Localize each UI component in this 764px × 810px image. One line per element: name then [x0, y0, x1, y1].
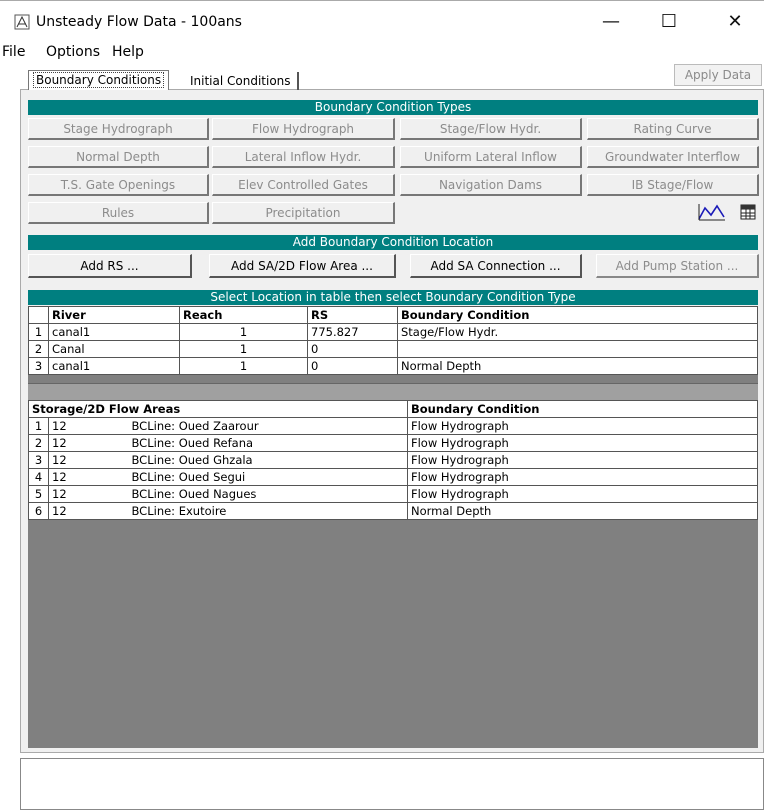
add-pump-station-button[interactable]: Add Pump Station ...: [596, 254, 759, 278]
area-cell[interactable]: 12: [48, 485, 129, 503]
bc-line-cell[interactable]: BCLine: Oued Refana: [128, 434, 408, 452]
column-header-storage-areas: Storage/2D Flow Areas: [28, 400, 408, 418]
bc-line-cell[interactable]: BCLine: Oued Segui: [128, 468, 408, 486]
boundary-condition-cell[interactable]: Flow Hydrograph: [407, 468, 758, 486]
elev-controlled-gates-button[interactable]: Elev Controlled Gates: [212, 174, 395, 196]
table-row[interactable]: 1 canal1 1 775.827 Stage/Flow Hydr.: [28, 323, 758, 341]
river-cell[interactable]: Canal: [48, 340, 180, 358]
row-number: 1: [28, 417, 49, 435]
ts-gate-openings-button[interactable]: T.S. Gate Openings: [28, 174, 209, 196]
rs-cell[interactable]: 775.827: [307, 323, 398, 341]
add-sa-connection-button[interactable]: Add SA Connection ...: [410, 254, 582, 278]
boundary-condition-cell[interactable]: Normal Depth: [397, 357, 758, 375]
menu-options[interactable]: Options: [46, 44, 100, 60]
add-location-header: Add Boundary Condition Location: [28, 235, 758, 250]
precipitation-button[interactable]: Precipitation: [212, 202, 395, 224]
stage-hydrograph-button[interactable]: Stage Hydrograph: [28, 118, 209, 140]
table-instruction-header: Select Location in table then select Bou…: [28, 290, 758, 305]
table-header-row: River Reach RS Boundary Condition: [28, 306, 758, 324]
column-header-boundary-condition: Boundary Condition: [397, 306, 758, 324]
row-number: 4: [28, 468, 49, 486]
boundary-condition-cell[interactable]: Flow Hydrograph: [407, 434, 758, 452]
table-separator-bar: [28, 383, 758, 401]
row-number: 2: [28, 340, 49, 358]
river-cell[interactable]: canal1: [48, 323, 180, 341]
bc-line-cell[interactable]: BCLine: Oued Nagues: [128, 485, 408, 503]
minimize-button[interactable]: —: [588, 8, 634, 34]
table-row[interactable]: 2 12 BCLine: Oued Refana Flow Hydrograph: [28, 434, 758, 452]
rs-cell[interactable]: 0: [307, 357, 398, 375]
table-row[interactable]: 6 12 BCLine: Exutoire Normal Depth: [28, 502, 758, 520]
table-header-row: Storage/2D Flow Areas Boundary Condition: [28, 400, 758, 418]
menu-help[interactable]: Help: [112, 44, 144, 60]
corner-cell: [28, 306, 49, 324]
row-number: 1: [28, 323, 49, 341]
boundary-condition-cell[interactable]: Flow Hydrograph: [407, 485, 758, 503]
plot-icon[interactable]: [697, 202, 727, 222]
bc-types-header: Boundary Condition Types: [28, 100, 758, 115]
uniform-lateral-inflow-button[interactable]: Uniform Lateral Inflow: [400, 146, 582, 168]
bc-line-cell[interactable]: BCLine: Exutoire: [128, 502, 408, 520]
column-header-reach: Reach: [179, 306, 308, 324]
area-cell[interactable]: 12: [48, 417, 129, 435]
groundwater-interflow-button[interactable]: Groundwater Interflow: [587, 146, 759, 168]
add-rs-button[interactable]: Add RS ...: [28, 254, 192, 278]
lateral-inflow-hydr-button[interactable]: Lateral Inflow Hydr.: [212, 146, 395, 168]
column-header-boundary-condition: Boundary Condition: [407, 400, 758, 418]
menu-file[interactable]: File: [2, 44, 25, 60]
ib-stage-flow-button[interactable]: IB Stage/Flow: [587, 174, 759, 196]
area-cell[interactable]: 12: [48, 468, 129, 486]
boundary-table-area: River Reach RS Boundary Condition 1 cana…: [28, 306, 758, 748]
river-cell[interactable]: canal1: [48, 357, 180, 375]
tab-boundary-label: Boundary Conditions: [33, 72, 165, 88]
column-header-rs: RS: [307, 306, 398, 324]
hec-ras-app-icon: [14, 14, 30, 30]
stage-flow-hydr-button[interactable]: Stage/Flow Hydr.: [400, 118, 582, 140]
boundary-condition-cell[interactable]: Flow Hydrograph: [407, 417, 758, 435]
rules-button[interactable]: Rules: [28, 202, 209, 224]
row-number: 2: [28, 434, 49, 452]
apply-data-button[interactable]: Apply Data: [674, 64, 762, 86]
boundary-condition-cell[interactable]: Flow Hydrograph: [407, 451, 758, 469]
row-number: 3: [28, 451, 49, 469]
reach-cell[interactable]: 1: [179, 357, 308, 375]
boundary-condition-cell[interactable]: Normal Depth: [407, 502, 758, 520]
add-sa-2d-flow-area-button[interactable]: Add SA/2D Flow Area ...: [209, 254, 396, 278]
table-icon[interactable]: [738, 202, 758, 222]
row-number: 3: [28, 357, 49, 375]
area-cell[interactable]: 12: [48, 502, 129, 520]
reach-cell[interactable]: 1: [179, 323, 308, 341]
row-number: 6: [28, 502, 49, 520]
bc-line-cell[interactable]: BCLine: Oued Zaarour: [128, 417, 408, 435]
maximize-button[interactable]: ☐: [646, 8, 692, 34]
boundary-condition-cell[interactable]: [397, 340, 758, 358]
normal-depth-button[interactable]: Normal Depth: [28, 146, 209, 168]
reach-cell[interactable]: 1: [179, 340, 308, 358]
column-header-river: River: [48, 306, 180, 324]
tab-boundary-conditions[interactable]: Boundary Conditions: [28, 70, 170, 90]
table-row[interactable]: 3 12 BCLine: Oued Ghzala Flow Hydrograph: [28, 451, 758, 469]
flow-hydrograph-button[interactable]: Flow Hydrograph: [212, 118, 395, 140]
table-row[interactable]: 1 12 BCLine: Oued Zaarour Flow Hydrograp…: [28, 417, 758, 435]
river-reach-table: River Reach RS Boundary Condition 1 cana…: [28, 306, 758, 375]
rs-cell[interactable]: 0: [307, 340, 398, 358]
table-row[interactable]: 4 12 BCLine: Oued Segui Flow Hydrograph: [28, 468, 758, 486]
bc-line-cell[interactable]: BCLine: Oued Ghzala: [128, 451, 408, 469]
storage-2d-flow-area-table: Storage/2D Flow Areas Boundary Condition…: [28, 400, 758, 520]
navigation-dams-button[interactable]: Navigation Dams: [400, 174, 582, 196]
window-title: Unsteady Flow Data - 100ans: [36, 14, 242, 30]
area-cell[interactable]: 12: [48, 451, 129, 469]
table-row[interactable]: 3 canal1 1 0 Normal Depth: [28, 357, 758, 375]
row-number: 5: [28, 485, 49, 503]
table-row[interactable]: 5 12 BCLine: Oued Nagues Flow Hydrograph: [28, 485, 758, 503]
close-button[interactable]: ✕: [712, 8, 758, 34]
tab-initial-conditions[interactable]: Initial Conditions: [184, 72, 299, 90]
description-box[interactable]: [20, 758, 764, 810]
area-cell[interactable]: 12: [48, 434, 129, 452]
boundary-condition-cell[interactable]: Stage/Flow Hydr.: [397, 323, 758, 341]
rating-curve-button[interactable]: Rating Curve: [587, 118, 759, 140]
table-row[interactable]: 2 Canal 1 0: [28, 340, 758, 358]
